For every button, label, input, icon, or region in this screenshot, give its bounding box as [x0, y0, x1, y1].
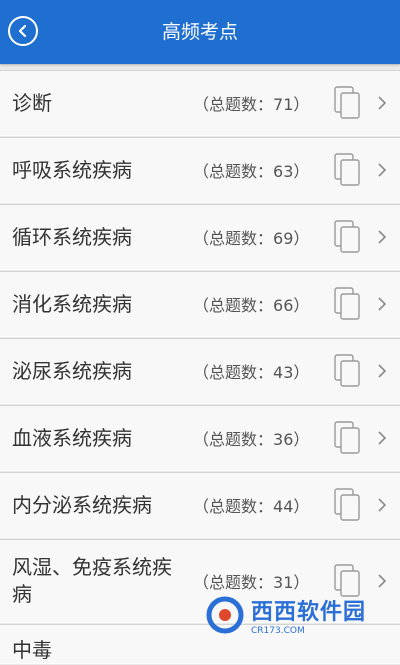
chevron-right-icon: [378, 431, 387, 445]
chevron-right-icon: [378, 96, 387, 110]
chevron-right-icon: [378, 498, 387, 512]
document-icon[interactable]: [333, 85, 363, 121]
list-item[interactable]: 泌尿系统疾病 （总题数：43）: [0, 338, 400, 404]
item-count: （总题数：66）: [193, 296, 310, 315]
watermark-brand: 西西软件园: [251, 600, 367, 625]
item-title: 血液系统疾病: [12, 425, 132, 450]
item-title: 循环系统疾病: [12, 224, 132, 249]
chevron-right-icon: [378, 163, 387, 177]
chevron-right-icon: [378, 574, 387, 588]
item-count: （总题数：36）: [193, 430, 310, 449]
item-title: 泌尿系统疾病: [12, 358, 132, 383]
page-title: 高频考点: [161, 21, 238, 43]
document-icon[interactable]: [333, 286, 363, 322]
list-item[interactable]: 血液系统疾病 （总题数：36）: [0, 405, 400, 471]
chevron-right-icon: [378, 297, 387, 311]
list-item[interactable]: 循环系统疾病 （总题数：69）: [0, 204, 400, 270]
item-title: 内分泌系统疾病: [12, 492, 152, 517]
document-icon[interactable]: [333, 219, 363, 255]
watermark-url: CR173.COM: [251, 626, 305, 636]
list-item[interactable]: 呼吸系统疾病 （总题数：63）: [0, 137, 400, 203]
topic-list: 诊断 （总题数：71） 呼吸系统疾病 （总题数：63） 循环系统疾病 （总题数：…: [0, 70, 400, 665]
list-item[interactable]: 诊断 （总题数：71）: [0, 70, 400, 136]
item-count: （总题数：63）: [193, 162, 310, 181]
document-icon[interactable]: [333, 353, 363, 389]
logo-icon: [206, 596, 244, 634]
item-title: 诊断: [12, 90, 52, 115]
item-count: （总题数：43）: [193, 363, 310, 382]
chevron-right-icon: [378, 230, 387, 244]
item-title: 中毒: [12, 638, 52, 662]
document-icon[interactable]: [333, 487, 363, 523]
document-icon[interactable]: [333, 152, 363, 188]
list-item[interactable]: 消化系统疾病 （总题数：66）: [0, 271, 400, 337]
item-count: （总题数：71）: [193, 95, 310, 114]
item-count: （总题数：69）: [193, 229, 310, 248]
item-title: 风湿、免疫系统疾病: [12, 555, 172, 606]
item-title: 呼吸系统疾病: [12, 157, 132, 182]
document-icon[interactable]: [333, 420, 363, 456]
chevron-right-icon: [378, 364, 387, 378]
item-count: （总题数：44）: [193, 497, 310, 516]
list-item[interactable]: 内分泌系统疾病 （总题数：44）: [0, 472, 400, 538]
watermark: 西西软件园 CR173.COM: [205, 590, 395, 640]
app-header: 高频考点: [0, 0, 400, 64]
item-title: 消化系统疾病: [12, 291, 132, 316]
